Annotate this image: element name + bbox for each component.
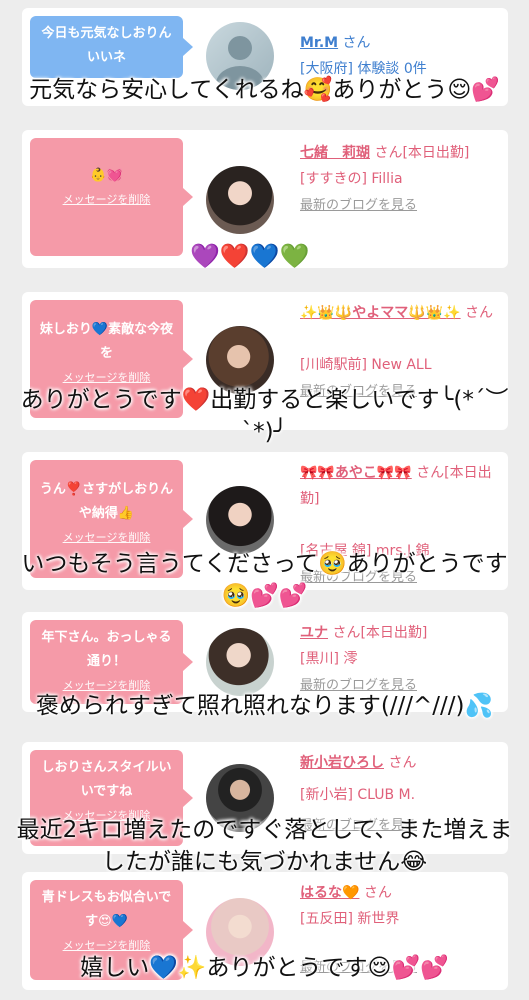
sender-name-link[interactable]: 七緒 莉瑚 [300, 145, 370, 161]
message-text: 年下さん。おっしゃる通り！ [41, 630, 172, 669]
overlay-reply-text: 元気なら安心してくれるね🥰ありがとう😌💕 [29, 77, 500, 103]
avatar[interactable] [206, 166, 274, 234]
sender-shop: [新小岩] CLUB M. [300, 787, 416, 803]
sender-honorific: さん[本日出勤] [332, 625, 428, 641]
sender-honorific: さん[本日出勤] [374, 145, 470, 161]
sender-name-link[interactable]: ユナ [300, 625, 328, 641]
hearts-emoji-row: 💜❤️💙💚 [190, 242, 310, 270]
overlay-reply-text: いつもそう言うてくださって🥹ありがとうです🥹💕💕 [21, 551, 508, 609]
message-text: 妹しおり💙素敵な今夜を [39, 322, 174, 361]
avatar[interactable] [206, 486, 274, 554]
message-text: 青ドレスもお似合いです😍💙 [41, 890, 172, 929]
message-text: しおりさんスタイルいいですね [41, 760, 172, 799]
message-text: 今日も元気なしおりん いいネ [41, 26, 185, 65]
sender-shop: [すすきの] Fillia [300, 171, 403, 187]
sender-honorific: さん [342, 35, 371, 51]
sender-honorific: さん [363, 885, 392, 901]
sender-info: ユナ さん[本日出勤] [黒川] 澪 最新のブログを見る [300, 620, 505, 699]
delete-message-link[interactable]: メッセージを削除 [36, 188, 177, 212]
sender-name-link[interactable]: はるな🧡 [300, 885, 359, 901]
sender-shop: [五反田] 新世界 [300, 911, 400, 927]
view-blog-link[interactable]: 最新のブログを見る [300, 198, 417, 213]
delete-message-link[interactable]: メッセージを削除 [36, 526, 177, 550]
sender-shop: [黒川] 澪 [300, 651, 358, 667]
sender-info: ✨👑🔱やよママ🔱👑✨ さん [川崎駅前] New ALL 最新のブログを見る [300, 300, 505, 399]
sender-info: はるな🧡 さん [五反田] 新世界 最新のブログを見る [300, 880, 505, 975]
sender-info: 七緒 莉瑚 さん[本日出勤] [すすきの] Fillia 最新のブログを見る [300, 140, 505, 219]
avatar[interactable] [206, 628, 274, 696]
overlay-reply-text: 最近2キロ増えたのですぐ落として、また増えましたが誰にも気づかれません😂 [16, 817, 513, 875]
sender-name-link[interactable]: 新小岩ひろし [300, 755, 384, 771]
sender-honorific: さん [465, 305, 494, 321]
sender-shop: [川崎駅前] New ALL [300, 357, 432, 373]
message-bubble: 今日も元気なしおりん いいネ [30, 16, 193, 78]
overlay-reply-text: ありがとうです❤️出勤すると楽しいです╰(*´︶`*)╯ [20, 387, 509, 445]
overlay-reply-text: 褒められすぎて照れ照れなります(///^///)💦 [35, 693, 494, 719]
sender-name-link[interactable]: 🎀🎀あやこ🎀🎀 [300, 465, 412, 481]
overlay-reply-text: 嬉しい💙✨ありがとうです😌💕💕 [80, 955, 449, 981]
sender-name-link[interactable]: Mr.M [300, 35, 338, 51]
sender-honorific: さん [388, 755, 417, 771]
message-bubble: 👶💓 メッセージを削除 [30, 138, 193, 256]
sender-name-link[interactable]: ✨👑🔱やよママ🔱👑✨ [300, 305, 461, 321]
message-text: うん❣️さすがしおりんや納得👍 [39, 482, 174, 521]
message-text: 👶💓 [90, 168, 123, 183]
